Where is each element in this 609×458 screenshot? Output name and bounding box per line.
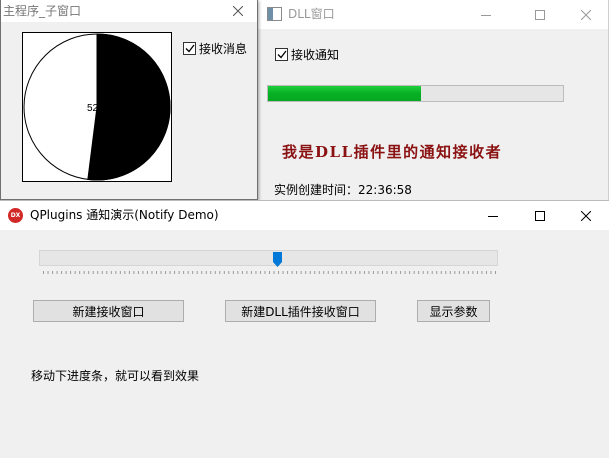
minimize-icon [481, 14, 491, 16]
close-button[interactable] [563, 201, 609, 230]
receive-message-label: 接收消息 [199, 42, 248, 56]
pie-percent-label: 52% [87, 103, 107, 114]
progress-pie: 52% [23, 33, 171, 181]
close-icon [581, 9, 591, 20]
checkmark-icon [185, 44, 195, 53]
minimize-icon [488, 215, 498, 217]
minimize-button[interactable] [470, 201, 516, 230]
close-button[interactable] [563, 0, 609, 29]
receive-notify-label: 接收通知 [291, 48, 340, 62]
window-app-icon [267, 7, 282, 21]
new-dll-receiver-window-button[interactable]: 新建DLL插件接收窗口 [225, 300, 376, 322]
hint-label: 移动下进度条，就可以看到效果 [31, 369, 200, 383]
maximize-button[interactable] [517, 0, 563, 29]
receive-notify-checkbox[interactable]: 接收通知 [275, 46, 339, 63]
new-receiver-window-button[interactable]: 新建接收窗口 [33, 300, 184, 322]
maximize-button[interactable] [517, 201, 563, 230]
checkbox-box[interactable] [183, 42, 196, 55]
progress-slider-track[interactable] [39, 250, 498, 266]
notify-progress-bar [267, 85, 564, 102]
dll-window: DLL窗口 接收通知 我是DLL插件里的通知接收者 实例创建时间：22:36:5… [258, 0, 609, 200]
progress-fill [268, 86, 422, 101]
checkmark-icon [277, 50, 287, 59]
maximize-icon [535, 210, 545, 221]
receive-message-checkbox[interactable]: 接收消息 [183, 40, 247, 57]
checkbox-box[interactable] [275, 48, 288, 61]
main-window: DX QPlugins 通知演示(Notify Demo) 新建接收窗口 新建D… [0, 200, 609, 458]
slider-ticks [43, 271, 496, 274]
created-time-row: 实例创建时间：22:36:58 [274, 181, 412, 198]
maximize-icon [535, 9, 545, 20]
minimize-button[interactable] [463, 0, 509, 29]
close-icon [233, 6, 243, 16]
show-params-button[interactable]: 显示参数 [417, 300, 490, 322]
dll-window-titlebar[interactable]: DLL窗口 [258, 0, 608, 29]
created-time-label: 实例创建时间： [274, 183, 359, 197]
child-window-titlebar[interactable]: 主程序_子窗口 [1, 0, 257, 22]
dll-receiver-label: 我是DLL插件里的通知接收者 [282, 143, 503, 161]
slider-thumb[interactable] [273, 252, 283, 267]
close-icon [581, 210, 591, 221]
created-time-value: 22:36:58 [358, 183, 412, 197]
main-window-titlebar[interactable]: DX QPlugins 通知演示(Notify Demo) [0, 201, 609, 230]
close-button[interactable] [223, 0, 253, 22]
child-window: 主程序_子窗口 52% 接收消息 [0, 0, 258, 200]
child-window-title: 主程序_子窗口 [3, 4, 82, 18]
dll-window-title: DLL窗口 [288, 7, 335, 21]
app-logo-icon: DX [8, 208, 23, 223]
pie-frame: 52% [22, 32, 172, 182]
main-window-title: QPlugins 通知演示(Notify Demo) [30, 208, 219, 222]
